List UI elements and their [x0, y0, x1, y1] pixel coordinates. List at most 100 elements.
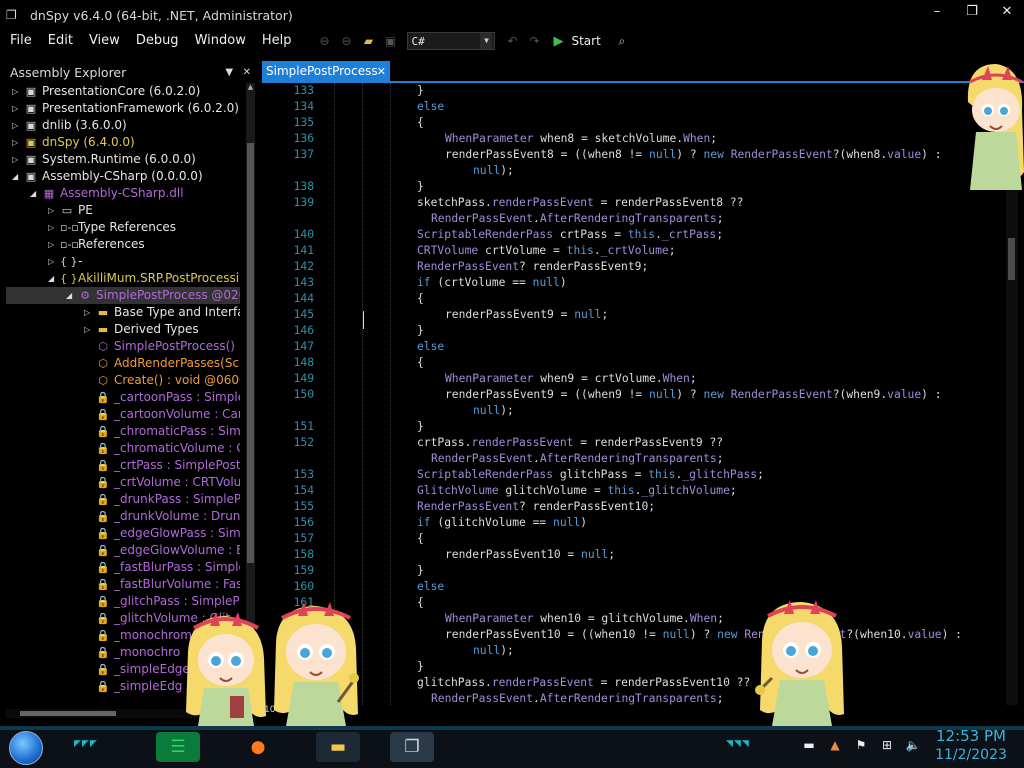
menu-debug[interactable]: Debug: [128, 30, 187, 52]
tree-item[interactable]: 🔒 _fastBlurPass : SimpleF: [6, 559, 240, 576]
code-line: glitchPass.renderPassEvent = renderPassE…: [262, 675, 1012, 691]
line-number: 141: [293, 244, 314, 257]
maximize-button[interactable]: ❐: [955, 4, 989, 19]
expand-icon[interactable]: ▷: [48, 202, 58, 219]
field-icon: 🔒: [96, 442, 110, 455]
code-text: RenderPassEvent.AfterRenderingTransparen…: [431, 452, 724, 465]
tree-item[interactable]: ◢{ } AkilliMum.SRP.PostProcessing: [6, 270, 240, 287]
tree-item[interactable]: ⬡ AddRenderPasses(Scri: [6, 355, 240, 372]
expand-icon[interactable]: ▷: [12, 117, 22, 134]
line-number: 157: [293, 532, 314, 545]
tree-item[interactable]: ⬡ Create() : void @06000: [6, 372, 240, 389]
save-icon[interactable]: ▣: [379, 34, 401, 48]
assembly-icon: ▣: [25, 136, 37, 149]
expand-icon[interactable]: ▷: [12, 151, 22, 168]
tree-item[interactable]: ◢ ▣ Assembly-CSharp (0.0.0.0): [6, 168, 240, 185]
taskbar-app-firefox[interactable]: ●: [236, 732, 280, 762]
tree-item[interactable]: 🔒 _chromaticPass : Simp: [6, 423, 240, 440]
panel-controls[interactable]: ▼ ✕: [225, 67, 251, 78]
undo-icon[interactable]: ↶: [501, 34, 523, 48]
taskbar-app-dnspy[interactable]: ❐: [390, 732, 434, 762]
tree-item[interactable]: 🔒 _drunkPass : SimplePo: [6, 491, 240, 508]
scroll-up-icon[interactable]: ▲: [246, 83, 255, 91]
tree-item-label: _drunkPass : SimplePo: [114, 492, 240, 506]
collapse-icon[interactable]: ◢: [48, 270, 58, 287]
tray-overflow-icon[interactable]: ▬: [796, 738, 822, 752]
tree-item[interactable]: 🔒 _crtPass : SimplePostP: [6, 457, 240, 474]
start-debug-button[interactable]: ▶ Start: [553, 34, 600, 49]
menu-file[interactable]: File: [0, 30, 40, 52]
tree-item[interactable]: ◢ ▦ Assembly-CSharp.dll: [6, 185, 240, 202]
tray-app-icon[interactable]: ▲: [822, 738, 848, 752]
tree-item[interactable]: 🔒 _drunkVolume : Drunk: [6, 508, 240, 525]
expand-icon[interactable]: ▷: [84, 304, 94, 321]
tree-item[interactable]: ▷{ } -: [6, 253, 240, 270]
expand-icon[interactable]: ▷: [84, 321, 94, 338]
expand-icon[interactable]: ▷: [48, 236, 58, 253]
scroll-thumb[interactable]: [20, 711, 116, 716]
close-tab-icon[interactable]: ✕: [377, 65, 386, 78]
expand-icon[interactable]: ▷: [12, 100, 22, 117]
code-line: null);: [262, 403, 1012, 419]
tree-item[interactable]: 🔒 _edgeGlowPass : Simp: [6, 525, 240, 542]
scroll-thumb[interactable]: [247, 143, 254, 563]
tree-item[interactable]: ▷ ▭ PE: [6, 202, 240, 219]
tree-item[interactable]: 🔒 _crtVolume : CRTVolur: [6, 474, 240, 491]
tree-item[interactable]: 🔒 _cartoonVolume : Cart: [6, 406, 240, 423]
navigate-forward-icon[interactable]: ⊖: [335, 34, 357, 48]
expand-icon[interactable]: ▷: [48, 219, 58, 236]
tree-item[interactable]: ▷ ▣ dnSpy (6.4.0.0): [6, 134, 240, 151]
scroll-thumb[interactable]: [1008, 238, 1015, 280]
taskbar-app-notes[interactable]: ☰: [156, 732, 200, 762]
code-editor[interactable]: 133} 134 else 135{136 WhenParameter when8 = …: [262, 83, 1012, 705]
expand-icon[interactable]: ▷: [48, 253, 58, 270]
menu-help[interactable]: Help: [254, 30, 300, 52]
close-button[interactable]: ✕: [990, 4, 1024, 19]
taskbar-app-explorer[interactable]: ▬: [316, 732, 360, 762]
collapse-icon[interactable]: ◢: [30, 185, 40, 202]
menu-window[interactable]: Window: [187, 30, 254, 52]
code-text: sketchPass.renderPassEvent = renderPassE…: [417, 196, 744, 209]
tree-item[interactable]: ▷ ▣ dnlib (3.6.0.0): [6, 117, 240, 134]
taskbar-clock[interactable]: 12:53 PM 11/2/2023: [926, 727, 1016, 765]
tree-item[interactable]: ▷ ▣ PresentationCore (6.0.2.0): [6, 83, 240, 100]
tree-item[interactable]: ⬡ SimplePostProcess() : v: [6, 338, 240, 355]
assembly-icon: ▣: [25, 85, 37, 98]
code-text: RenderPassEvent? renderPassEvent10;: [417, 500, 656, 513]
tab-simplepostprocess[interactable]: SimplePostProcess ✕: [262, 61, 390, 81]
tree-item[interactable]: 🔒 _cartoonPass : SimpleP: [6, 389, 240, 406]
tree-item[interactable]: 🔒 _fastBlurVolume : FastI: [6, 576, 240, 593]
expand-icon[interactable]: ▷: [12, 134, 22, 151]
collapse-icon[interactable]: ◢: [66, 287, 76, 304]
redo-icon[interactable]: ↷: [523, 34, 545, 48]
tree-item[interactable]: 🔒 _edgeGlowVolume : Ec: [6, 542, 240, 559]
code-text: else: [417, 580, 445, 593]
tree-item[interactable]: 🔒 _glitchPass : SimplePo: [6, 593, 240, 610]
tree-item[interactable]: ▷ ▣ System.Runtime (6.0.0.0): [6, 151, 240, 168]
tree-item[interactable]: ▷ ▫-▫ Type References: [6, 219, 240, 236]
search-icon[interactable]: ⌕: [611, 34, 633, 49]
navigate-back-icon[interactable]: ⊖: [313, 34, 335, 48]
start-menu-orb[interactable]: [9, 731, 43, 765]
tree-item[interactable]: ▷ ▬ Base Type and Interfac: [6, 304, 240, 321]
tree-item[interactable]: ▷ ▬ Derived Types: [6, 321, 240, 338]
collapse-icon[interactable]: ◢: [12, 168, 22, 185]
editor-horizontal-scrollbar[interactable]: 100: [262, 705, 1012, 717]
minimize-button[interactable]: –: [920, 4, 954, 19]
expand-icon[interactable]: ▷: [12, 83, 22, 100]
tree-item[interactable]: ▷ ▣ PresentationFramework (6.0.2.0): [6, 100, 240, 117]
network-icon[interactable]: ⊞: [874, 738, 900, 752]
tree-item[interactable]: 🔒 _chromaticVolume : C: [6, 440, 240, 457]
tree-item[interactable]: ▷ ▫-▫ References: [6, 236, 240, 253]
open-folder-icon[interactable]: ▰: [357, 34, 379, 48]
menu-edit[interactable]: Edit: [40, 30, 81, 52]
code-text: CRTVolume crtVolume = this._crtVolume;: [417, 244, 676, 257]
flag-icon[interactable]: ⚑: [848, 738, 874, 752]
menu-view[interactable]: View: [81, 30, 128, 52]
tree-item-label: Type References: [78, 220, 177, 234]
text-cursor: [363, 311, 364, 329]
volume-icon[interactable]: 🔈: [900, 738, 926, 752]
tree-item[interactable]: ◢ ⚙ SimplePostProcess @0200: [6, 287, 240, 304]
line-number: 156: [293, 516, 314, 529]
language-select[interactable]: C# ▼: [407, 32, 496, 50]
